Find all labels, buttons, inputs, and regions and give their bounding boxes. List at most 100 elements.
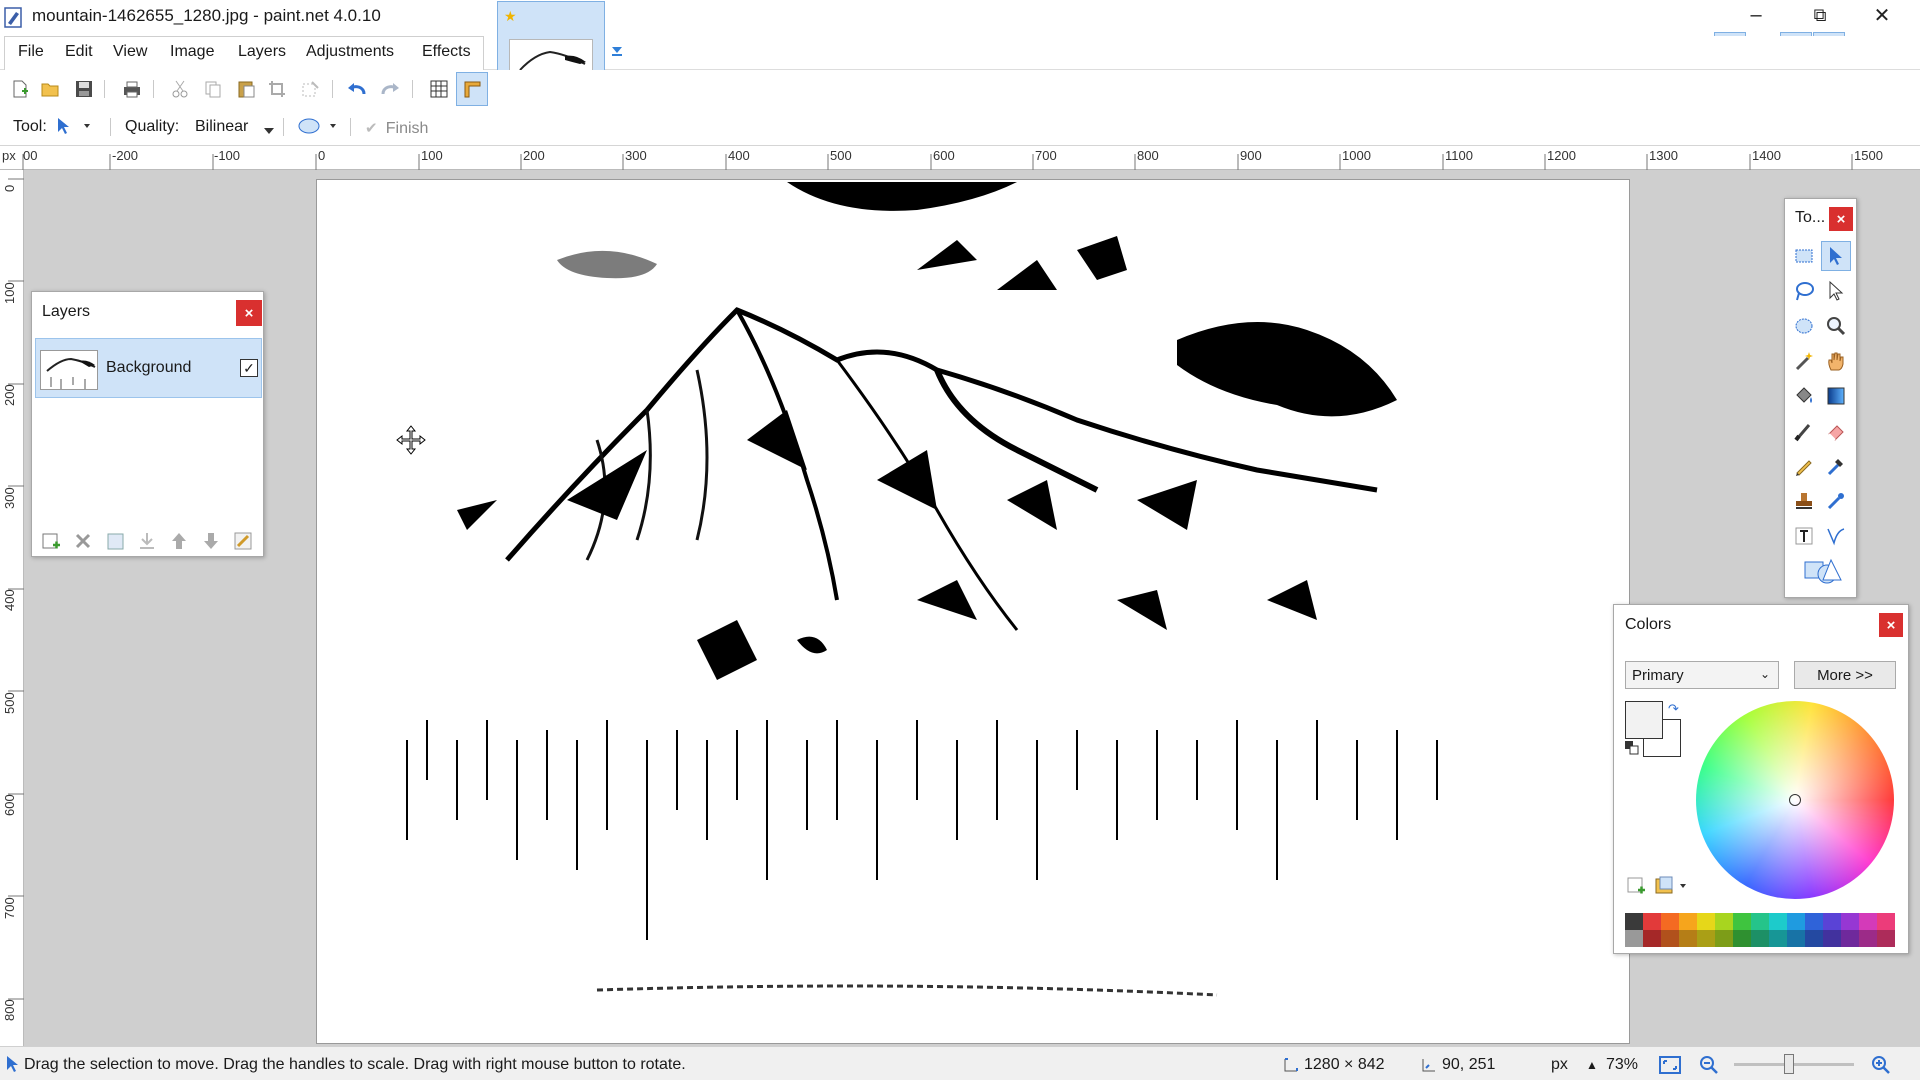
close-button[interactable]: ✕ [1852,0,1912,30]
quality-dropdown[interactable]: Bilinear [195,118,248,136]
duplicate-layer-button[interactable] [104,530,128,554]
delete-layer-button[interactable] [72,530,96,554]
add-to-palette-button[interactable] [1625,875,1647,897]
menu-image[interactable]: Image [170,43,214,61]
palette-swatch[interactable] [1751,930,1769,947]
palette-swatch[interactable] [1733,913,1751,930]
pan-tool[interactable] [1821,346,1851,376]
palette-swatch[interactable] [1841,930,1859,947]
text-tool[interactable] [1789,521,1819,551]
layer-visibility-checkbox[interactable]: ✓ [240,359,258,377]
palette-swatch[interactable] [1679,930,1697,947]
palette-swatch[interactable] [1769,913,1787,930]
menu-layers[interactable]: Layers [238,43,286,61]
color-mode-select[interactable]: Primary ⌄ [1625,661,1779,689]
print-button[interactable] [119,76,145,102]
zoom-out-button[interactable] [1698,1054,1720,1080]
zoom-slider-thumb[interactable] [1784,1054,1794,1074]
menu-adjustments[interactable]: Adjustments [306,43,394,61]
move-selection-tool[interactable] [1821,241,1851,271]
zoom-to-window-button[interactable] [1658,1054,1682,1080]
palette-menu-button[interactable] [1654,875,1690,897]
menu-edit[interactable]: Edit [65,43,93,61]
merge-layer-down-button[interactable] [136,530,160,554]
add-layer-button[interactable] [40,530,64,554]
palette-swatch[interactable] [1643,930,1661,947]
copy-button[interactable] [200,76,226,102]
palette-swatch[interactable] [1841,913,1859,930]
tool-selector[interactable] [54,116,96,140]
palette-swatch[interactable] [1625,913,1643,930]
palette-swatch[interactable] [1643,913,1661,930]
swap-colors-icon[interactable]: ↷ [1668,701,1679,717]
zoom-tool[interactable] [1821,311,1851,341]
palette-swatch[interactable] [1733,930,1751,947]
palette-swatch[interactable] [1697,930,1715,947]
more-colors-button[interactable]: More >> [1794,661,1896,689]
color-picker-tool[interactable] [1821,451,1851,481]
palette-swatch[interactable] [1715,930,1733,947]
color-wheel[interactable] [1696,701,1894,899]
paste-button[interactable] [233,76,259,102]
redo-button[interactable] [377,76,403,102]
layer-properties-button[interactable] [232,530,256,554]
units-dropdown-arrow[interactable]: ▲ [1586,1058,1598,1072]
move-selected-pixels-tool[interactable] [1821,276,1851,306]
ellipse-select-tool[interactable] [1789,311,1819,341]
color-wheel-cursor[interactable] [1789,794,1801,806]
minimize-button[interactable]: – [1726,0,1786,30]
menu-file[interactable]: File [18,43,44,61]
palette-swatch[interactable] [1859,913,1877,930]
lasso-select-tool[interactable] [1789,276,1819,306]
selection-mode-dropdown[interactable] [296,116,340,140]
palette-swatch[interactable] [1625,930,1643,947]
palette-swatch[interactable] [1823,930,1841,947]
image-list-dropdown[interactable] [610,44,624,62]
gradient-tool[interactable] [1821,381,1851,411]
palette-swatch[interactable] [1697,913,1715,930]
paint-bucket-tool[interactable] [1789,381,1819,411]
open-button[interactable] [37,76,63,102]
zoom-level[interactable]: 73% [1606,1056,1638,1074]
clone-stamp-tool[interactable] [1789,486,1819,516]
layer-item-background[interactable]: Background ✓ [35,338,262,398]
palette-swatch[interactable] [1877,930,1895,947]
palette-swatch[interactable] [1661,913,1679,930]
cut-button[interactable] [167,76,193,102]
save-button[interactable] [71,76,97,102]
palette-swatch[interactable] [1661,930,1679,947]
palette-swatch[interactable] [1823,913,1841,930]
pencil-tool[interactable] [1789,451,1819,481]
shapes-tool[interactable] [1801,556,1845,586]
recolor-tool[interactable] [1821,486,1851,516]
move-layer-down-button[interactable] [200,530,224,554]
palette-swatch[interactable] [1715,913,1733,930]
palette-swatch[interactable] [1787,913,1805,930]
palette-swatch[interactable] [1859,930,1877,947]
menu-effects[interactable]: Effects [422,43,471,61]
restore-button[interactable]: ⧉ [1790,0,1850,30]
palette-swatch[interactable] [1751,913,1769,930]
image-canvas[interactable] [316,179,1630,1044]
paintbrush-tool[interactable] [1789,416,1819,446]
quality-dropdown-arrow[interactable] [264,122,274,139]
units-selector[interactable]: px [1551,1056,1568,1074]
deselect-button[interactable] [297,76,323,102]
palette-swatch[interactable] [1877,913,1895,930]
finish-button[interactable]: ✔ Finish [365,119,428,138]
primary-color-swatch[interactable] [1625,701,1663,739]
palette-swatch[interactable] [1805,913,1823,930]
palette-swatch[interactable] [1769,930,1787,947]
layers-close-button[interactable]: × [236,300,262,326]
colors-close-button[interactable]: × [1879,613,1903,637]
palette-swatch[interactable] [1787,930,1805,947]
palette-swatch[interactable] [1679,913,1697,930]
palette-swatch[interactable] [1805,930,1823,947]
move-layer-up-button[interactable] [168,530,192,554]
zoom-in-button[interactable] [1870,1054,1892,1080]
new-button[interactable] [7,76,33,102]
eraser-tool[interactable] [1821,416,1851,446]
undo-button[interactable] [344,76,370,102]
line-curve-tool[interactable] [1821,521,1851,551]
crop-button[interactable] [264,76,290,102]
